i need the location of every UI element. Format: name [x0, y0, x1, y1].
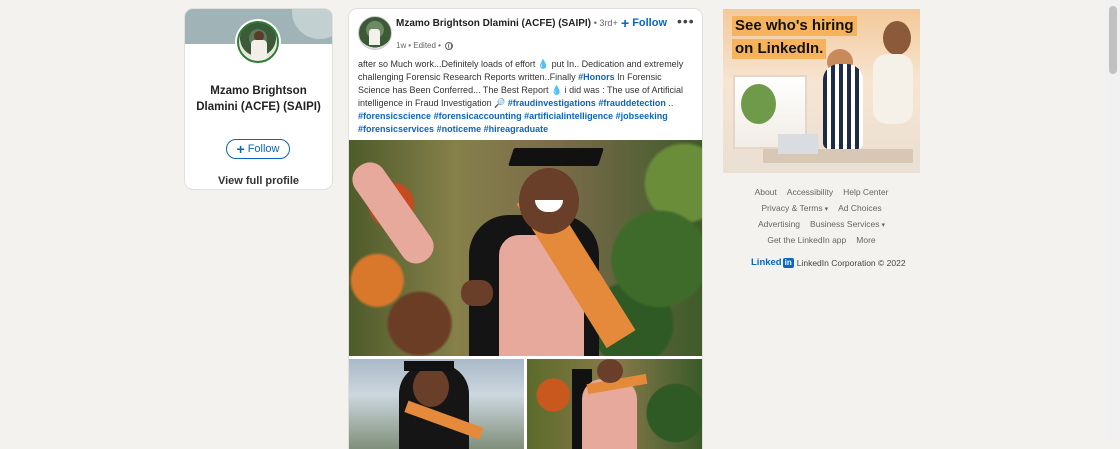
hashtag-link[interactable]: #hireagraduate	[484, 124, 549, 134]
post-author[interactable]: Mzamo Brightson Dlamini (ACFE) (SAIPI) •…	[396, 18, 618, 29]
footer-ad-choices-link[interactable]: Ad Choices	[838, 203, 881, 213]
footer-advertising-link[interactable]: Advertising	[758, 219, 800, 229]
footer-accessibility-link[interactable]: Accessibility	[787, 187, 833, 197]
profile-follow-button[interactable]: + Follow	[226, 139, 290, 159]
post-time: 1w	[396, 41, 407, 50]
footer-about-link[interactable]: About	[755, 187, 777, 197]
post-follow-label: Follow	[632, 17, 668, 29]
hashtag-link[interactable]: #artificialintelligence	[524, 111, 613, 121]
footer-links: About Accessibility Help Center Privacy …	[723, 184, 920, 248]
ad-person1	[823, 64, 863, 149]
footer-get-app-link[interactable]: Get the LinkedIn app	[767, 235, 846, 245]
avatar[interactable]	[237, 21, 279, 63]
graduation-cap	[508, 148, 604, 166]
footer-row: About Accessibility Help Center	[723, 184, 920, 200]
post-photo-2[interactable]	[349, 359, 524, 449]
footer-row: Privacy & Terms ▾ Ad Choices	[723, 200, 920, 216]
photo2-graduation-cap	[404, 361, 454, 371]
hashtag-link[interactable]: #Honors	[578, 72, 615, 82]
view-full-profile-link[interactable]: View full profile	[185, 175, 332, 187]
post-photo-3[interactable]	[527, 359, 702, 449]
hashtag-link[interactable]: #forensicscience	[358, 111, 431, 121]
scrollbar-thumb[interactable]	[1109, 6, 1117, 74]
globe-icon	[444, 41, 453, 50]
linkedin-logo-text: Linked	[751, 257, 782, 268]
footer-row: Get the LinkedIn app More	[723, 232, 920, 248]
profile-follow-label: Follow	[247, 143, 280, 155]
post-text: after so Much work...Definitely loads of…	[358, 58, 696, 136]
photo3-figure-head	[597, 359, 623, 383]
hashtag-link[interactable]: #noticeme	[437, 124, 482, 134]
hiring-ad[interactable]: See who's hiring on LinkedIn.	[723, 9, 920, 173]
footer-more-link[interactable]: More	[856, 235, 875, 245]
copyright-text: LinkedIn Corporation © 2022	[796, 257, 906, 268]
profile-card: Mzamo Brightson Dlamini (ACFE) (SAIPI) +…	[185, 9, 332, 189]
footer-privacy-terms-label: Privacy & Terms	[761, 203, 823, 213]
post-meta: 1w • Edited •	[396, 41, 453, 50]
ad-headline-line1: See who's hiring	[732, 16, 857, 36]
post-author-name[interactable]: Mzamo Brightson Dlamini (ACFE) (SAIPI)	[396, 18, 591, 29]
post-edited: • Edited •	[408, 41, 441, 50]
page-scrollbar[interactable]	[1106, 0, 1120, 440]
hashtag-link[interactable]: #frauddetection	[598, 98, 666, 108]
hashtag-link[interactable]: #forensicaccounting	[434, 111, 522, 121]
linkedin-logo-in: in	[782, 257, 794, 268]
chevron-down-icon: ▾	[824, 206, 829, 213]
hashtag-link[interactable]: #fraudinvestigations	[508, 98, 596, 108]
photo-figure-arm	[349, 156, 440, 270]
hashtag-link[interactable]: #jobseeking	[616, 111, 668, 121]
ad-headline-line2: on LinkedIn.	[732, 39, 827, 59]
footer-row: Advertising Business Services ▾	[723, 216, 920, 232]
linkedin-brand: Linked in LinkedIn Corporation © 2022	[751, 257, 906, 268]
linkedin-logo: Linked in	[751, 257, 794, 268]
photo2-figure-head	[413, 367, 449, 407]
post-text-part: ..	[665, 98, 674, 108]
post-card: Mzamo Brightson Dlamini (ACFE) (SAIPI) •…	[349, 9, 702, 449]
more-options-icon[interactable]: •••	[677, 14, 695, 28]
ad-laptop	[778, 134, 818, 154]
ad-person2-head	[883, 21, 911, 55]
footer-privacy-terms-link[interactable]: Privacy & Terms ▾	[761, 203, 828, 213]
ad-person2	[873, 54, 913, 124]
ad-plant	[741, 84, 776, 124]
footer-business-services-label: Business Services	[810, 219, 880, 229]
chevron-down-icon: ▾	[881, 222, 886, 229]
plus-icon: +	[621, 15, 630, 31]
post-follow-button[interactable]: + Follow	[621, 16, 667, 30]
hashtag-link[interactable]: #forensicservices	[358, 124, 434, 134]
post-author-avatar[interactable]	[358, 16, 392, 50]
post-main-photo[interactable]	[349, 140, 702, 356]
plus-icon: +	[236, 141, 245, 157]
footer-business-services-link[interactable]: Business Services ▾	[810, 219, 885, 229]
profile-avatar-wrap[interactable]	[235, 19, 281, 65]
footer-help-center-link[interactable]: Help Center	[843, 187, 888, 197]
ad-headline: See who's hiring on LinkedIn.	[732, 16, 857, 62]
photo-figure-fist	[461, 280, 493, 306]
connection-degree: • 3rd+	[593, 18, 618, 28]
profile-name[interactable]: Mzamo Brightson Dlamini (ACFE) (SAIPI)	[193, 83, 324, 115]
